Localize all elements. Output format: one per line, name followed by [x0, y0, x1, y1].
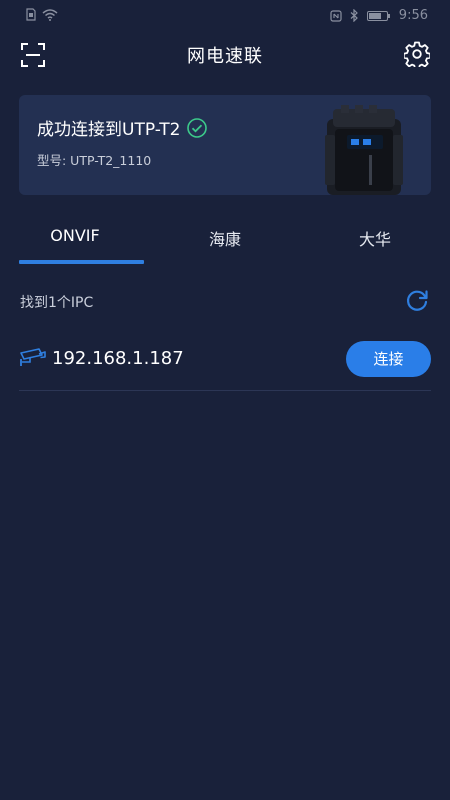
nfc-icon — [330, 9, 342, 22]
connection-status-row: 成功连接到UTP-T2 — [37, 115, 208, 140]
connect-button[interactable]: 连接 — [346, 341, 431, 377]
refresh-button[interactable] — [404, 288, 430, 314]
tab-label: 大华 — [358, 230, 391, 249]
protocol-tabs: ONVIF 海康 大华 — [0, 210, 450, 264]
refresh-icon — [407, 290, 428, 311]
wifi-icon — [42, 8, 58, 21]
camera-icon — [20, 348, 46, 366]
ipc-address-text: 192.168.1.187 — [52, 348, 184, 369]
status-bar-right: 9:56 — [330, 8, 428, 23]
page-title: 网电速联 — [187, 46, 263, 67]
tab-label: ONVIF — [50, 226, 100, 245]
tab-hikvision[interactable]: 海康 — [150, 210, 300, 264]
device-status-card: 成功连接到UTP-T2 型号: UTP-T2_1110 — [19, 95, 431, 195]
app-screen: 9:56 网电速联 成功连接到UTP-T2 型号: UTP-T2_1110 ON… — [0, 0, 450, 800]
connection-status-text: 成功连接到UTP-T2 — [37, 120, 181, 140]
settings-button[interactable] — [402, 41, 432, 70]
tab-onvif[interactable]: ONVIF — [0, 210, 150, 264]
battery-icon — [366, 10, 390, 21]
found-count-text: 找到1个IPC — [20, 295, 94, 311]
status-bar: 9:56 — [0, 0, 450, 32]
tab-label: 海康 — [208, 230, 241, 249]
device-model-text: 型号: UTP-T2_1110 — [37, 153, 152, 168]
status-bar-left — [26, 8, 58, 21]
tab-dahua[interactable]: 大华 — [300, 210, 450, 264]
ipc-list-item: 192.168.1.187 连接 — [19, 336, 431, 391]
status-time: 9:56 — [398, 8, 428, 23]
gear-icon — [402, 41, 432, 70]
search-result-header: 找到1个IPC — [0, 282, 450, 322]
tester-device-image — [325, 105, 403, 195]
sim-card-icon — [26, 8, 36, 21]
bluetooth-icon — [350, 9, 358, 22]
active-tab-indicator — [19, 260, 144, 264]
check-circle-icon — [187, 117, 208, 138]
app-header: 网电速联 — [0, 32, 450, 78]
